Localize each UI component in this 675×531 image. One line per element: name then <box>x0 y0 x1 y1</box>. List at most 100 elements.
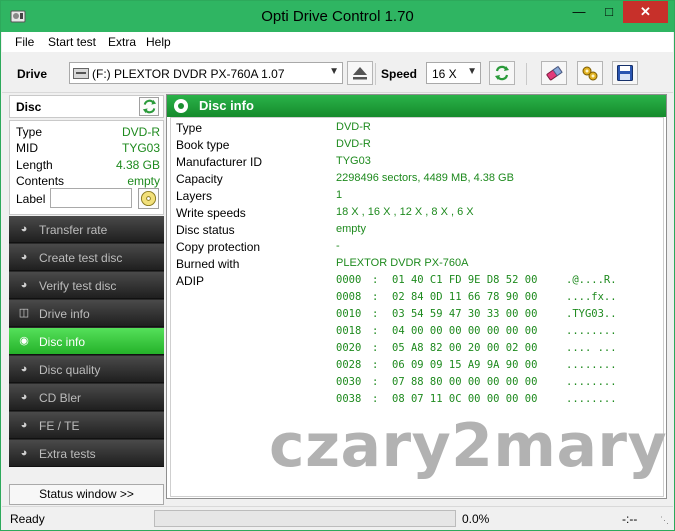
info-key: ADIP <box>176 274 205 288</box>
eject-icon <box>353 67 367 80</box>
menu-file[interactable]: File <box>15 35 34 49</box>
nav-transfer-rate[interactable]: ◕ Transfer rate <box>9 216 164 243</box>
info-key: Book type <box>176 138 230 152</box>
label-input[interactable] <box>50 188 132 208</box>
refresh-icon <box>142 99 157 114</box>
nav-label: Extra tests <box>39 447 96 461</box>
adip-row: 0010: 03 54 59 47 30 33 00 00 .TYG03.. <box>336 308 636 325</box>
extra-tests-icon: ◕ <box>20 447 28 459</box>
fe-te-icon: ◕ <box>20 419 28 431</box>
nav-label: Disc info <box>39 335 86 349</box>
disc-quality-icon: ◕ <box>20 363 28 375</box>
disc-key: Type <box>16 125 43 139</box>
nav-label: CD Bler <box>39 391 82 405</box>
info-row-type: Type DVD-R <box>176 121 656 138</box>
adip-bytes: 01 40 C1 FD 9E D8 52 00 <box>392 274 538 286</box>
drive-select-value: (F:) PLEXTOR DVDR PX-760A 1.07 <box>92 67 285 81</box>
info-row-copy-protection: Copy protection - <box>176 240 656 257</box>
adip-colon: : <box>372 308 379 320</box>
disc-key: Contents <box>16 174 65 188</box>
adip-colon: : <box>372 325 379 337</box>
disc-row-length: Length 4.38 GB <box>16 158 160 174</box>
info-key: Layers <box>176 189 213 203</box>
refresh-disc-button[interactable] <box>139 97 159 116</box>
settings-button[interactable] <box>577 61 603 85</box>
toolbar-separator <box>375 63 376 85</box>
resize-grip-icon[interactable]: ⋱ <box>660 515 669 526</box>
transfer-rate-icon: ◕ <box>20 223 28 235</box>
speed-select[interactable]: 16 X ▼ <box>426 62 481 84</box>
label-disc-button[interactable] <box>138 188 159 209</box>
info-row-layers: Layers 1 <box>176 189 656 206</box>
erase-button[interactable] <box>541 61 567 85</box>
drive-label: Drive <box>17 67 48 81</box>
toolbar: Drive (F:) PLEXTOR DVDR PX-760A 1.07 ▼ S… <box>2 53 673 93</box>
drive-select[interactable]: (F:) PLEXTOR DVDR PX-760A 1.07 ▼ <box>69 62 343 84</box>
nav-cd-bler[interactable]: ◕ CD Bler <box>9 384 164 411</box>
adip-address: 0038 <box>336 393 362 405</box>
adip-address: 0030 <box>336 376 362 388</box>
maximize-button[interactable]: □ <box>594 1 624 23</box>
toolbar-separator <box>526 63 527 85</box>
verify-disc-icon: ◕ <box>20 279 28 291</box>
refresh-icon <box>495 65 509 81</box>
nav-disc-quality[interactable]: ◕ Disc quality <box>9 356 164 383</box>
info-row-write-speeds: Write speeds 18 X , 16 X , 12 X , 8 X , 6… <box>176 206 656 223</box>
adip-ascii: ........ <box>566 325 617 337</box>
adip-row: 0008: 02 84 0D 11 66 78 90 00 ....fx.. <box>336 291 636 308</box>
app-window: Opti Drive Control 1.70 — □ ✕ File Start… <box>0 0 675 531</box>
menu-start-test[interactable]: Start test <box>48 35 96 49</box>
adip-ascii: ........ <box>566 376 617 388</box>
info-row-manufacturer-id: Manufacturer ID TYG03 <box>176 155 656 172</box>
adip-bytes: 05 A8 82 00 20 00 02 00 <box>392 342 538 354</box>
info-value: TYG03 <box>336 155 371 167</box>
adip-ascii: .TYG03.. <box>566 308 617 320</box>
info-key: Disc status <box>176 223 235 237</box>
minimize-button[interactable]: — <box>564 1 594 23</box>
disc-value: DVD-R <box>122 125 160 139</box>
adip-row: 0000: 01 40 C1 FD 9E D8 52 00 .@....R. <box>336 274 636 291</box>
info-row-book-type: Book type DVD-R <box>176 138 656 155</box>
chevron-down-icon: ▼ <box>329 66 339 77</box>
close-button[interactable]: ✕ <box>623 1 668 23</box>
refresh-speed-button[interactable] <box>489 61 515 85</box>
info-value: - <box>336 240 340 252</box>
adip-address: 0028 <box>336 359 362 371</box>
adip-row: 0020: 05 A8 82 00 20 00 02 00 .... ... <box>336 342 636 359</box>
floppy-icon <box>617 65 633 81</box>
status-text: Ready <box>10 512 45 526</box>
status-window-button[interactable]: Status window >> <box>9 484 164 505</box>
disc-info-icon <box>174 99 188 113</box>
disc-info-panel: Disc info Type DVD-R Book type DVD-R Manuf… <box>166 94 667 499</box>
nav-label: Disc quality <box>39 363 101 377</box>
menu-extra[interactable]: Extra <box>108 35 136 49</box>
nav-verify-test-disc[interactable]: ◕ Verify test disc <box>9 272 164 299</box>
title-bar[interactable]: Opti Drive Control 1.70 — □ ✕ <box>1 1 674 32</box>
status-bar: Ready 0.0% -:-- ⋱ <box>2 506 673 530</box>
progress-bar <box>154 510 456 527</box>
adip-bytes: 08 07 11 0C 00 00 00 00 <box>392 393 538 405</box>
nav-drive-info[interactable]: ◫ Drive info <box>9 300 164 327</box>
info-row-disc-status: Disc status empty <box>176 223 656 240</box>
disc-info-icon: ◉ <box>19 335 29 347</box>
save-button[interactable] <box>612 61 638 85</box>
info-row-burned-with: Burned with PLEXTOR DVDR PX-760A <box>176 257 656 274</box>
adip-ascii: .@....R. <box>566 274 617 286</box>
info-key: Write speeds <box>176 206 246 220</box>
gears-icon <box>582 66 598 81</box>
adip-ascii: ........ <box>566 393 617 405</box>
info-key: Manufacturer ID <box>176 155 263 169</box>
adip-colon: : <box>372 342 379 354</box>
info-value: 2298496 sectors, 4489 MB, 4.38 GB <box>336 172 514 184</box>
adip-address: 0020 <box>336 342 362 354</box>
adip-address: 0000 <box>336 274 362 286</box>
adip-ascii: ........ <box>566 359 617 371</box>
disc-value: TYG03 <box>121 141 160 155</box>
nav-disc-info[interactable]: ◉ Disc info <box>9 328 164 355</box>
disc-panel-header: Disc <box>9 95 164 118</box>
nav-create-test-disc[interactable]: ◕ Create test disc <box>9 244 164 271</box>
nav-extra-tests[interactable]: ◕ Extra tests <box>9 440 164 467</box>
nav-fe-te[interactable]: ◕ FE / TE <box>9 412 164 439</box>
menu-help[interactable]: Help <box>146 35 171 49</box>
eject-button[interactable] <box>347 61 373 85</box>
